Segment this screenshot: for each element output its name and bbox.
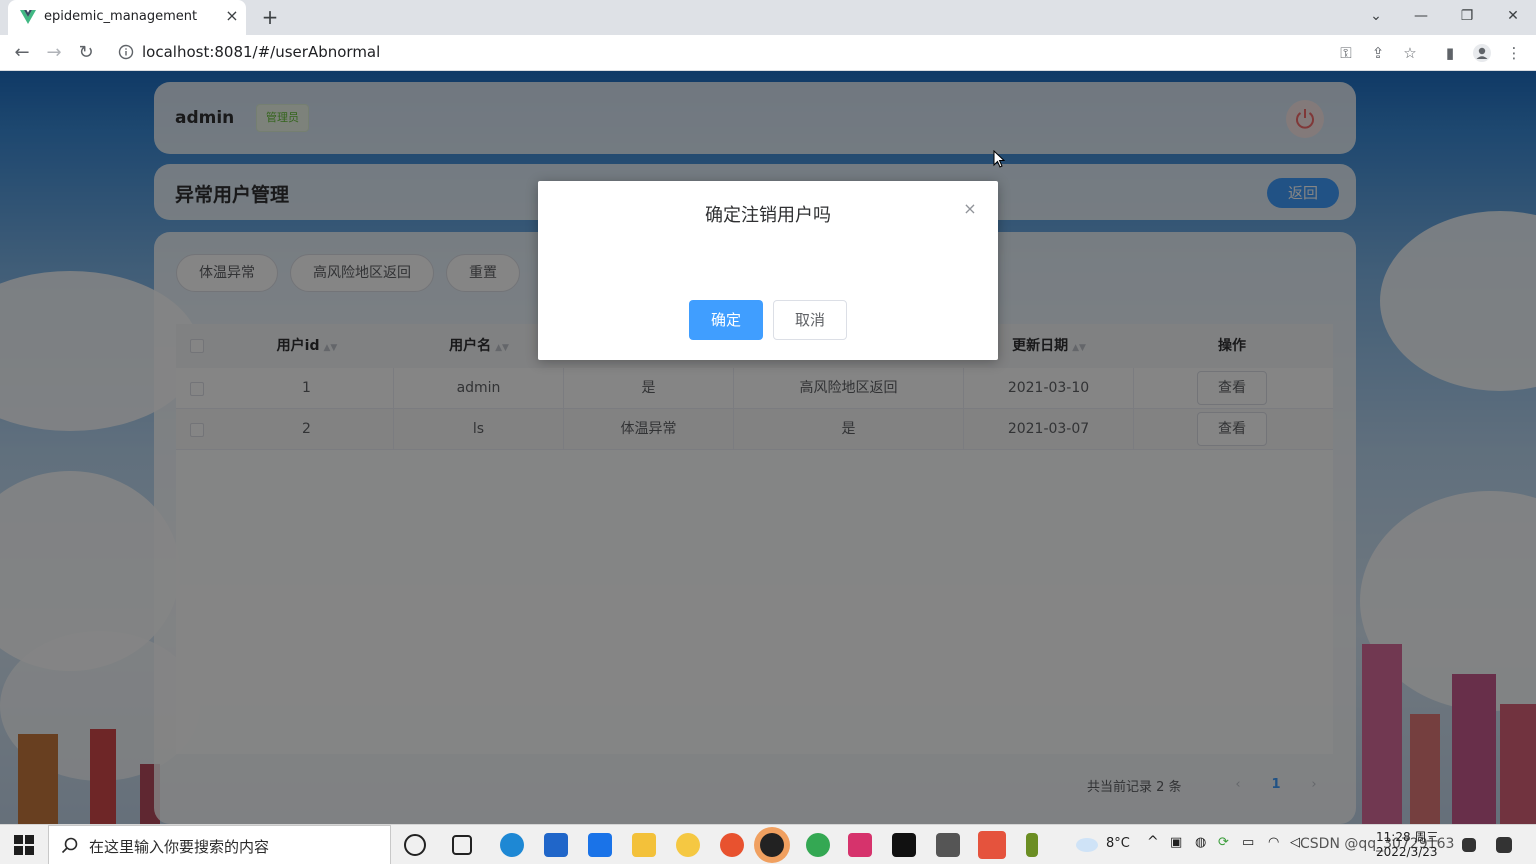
- mail-icon[interactable]: [588, 833, 612, 857]
- site-info-icon[interactable]: [118, 44, 134, 60]
- search-icon: [61, 837, 78, 854]
- mouse-cursor-icon: [993, 150, 1005, 168]
- browser-tabstrip: epidemic_management × + ⌄ — ❐ ✕: [0, 0, 1536, 35]
- menu-dots-icon[interactable]: ⋮: [1504, 43, 1524, 63]
- terminal-icon[interactable]: [892, 833, 916, 857]
- task-view-icon[interactable]: [452, 835, 472, 855]
- forward-arrow-icon[interactable]: →: [42, 41, 66, 65]
- qq-icon[interactable]: ◍: [1195, 835, 1206, 850]
- clock-date: 2022/3/23: [1376, 845, 1438, 859]
- side-panel-icon[interactable]: ▮: [1440, 43, 1460, 63]
- chrome-icon[interactable]: [806, 833, 830, 857]
- browser-tab[interactable]: epidemic_management ×: [8, 0, 246, 35]
- app-icon[interactable]: [936, 833, 960, 857]
- bookmark-star-icon[interactable]: ☆: [1400, 43, 1420, 63]
- restore-icon[interactable]: ❐: [1453, 4, 1481, 28]
- store-icon[interactable]: [544, 833, 568, 857]
- edge-icon[interactable]: [500, 833, 524, 857]
- app-icon[interactable]: [978, 831, 1006, 859]
- cancel-button[interactable]: 取消: [773, 300, 847, 340]
- close-tab-icon[interactable]: ×: [222, 6, 242, 26]
- media-player-icon[interactable]: [760, 833, 784, 857]
- close-window-icon[interactable]: ✕: [1499, 4, 1527, 28]
- tab-title: epidemic_management: [44, 9, 198, 24]
- windows-start-icon[interactable]: [14, 835, 34, 855]
- dialog-title: 确定注销用户吗: [705, 205, 831, 226]
- new-tab-button[interactable]: +: [258, 5, 282, 29]
- chevron-up-icon[interactable]: ^: [1147, 834, 1159, 850]
- confirm-dialog: 确定注销用户吗 × 确定 取消: [538, 181, 998, 360]
- weather-icon[interactable]: [1076, 838, 1098, 852]
- weather-temp: 8°C: [1106, 836, 1130, 851]
- share-icon[interactable]: ⇪: [1368, 43, 1388, 63]
- battery-icon[interactable]: ▭: [1242, 835, 1254, 850]
- app-icon[interactable]: [1462, 838, 1476, 852]
- cortana-icon[interactable]: [404, 834, 426, 856]
- intellij-icon[interactable]: [848, 833, 872, 857]
- taskbar: 在这里输入你要搜索的内容 8°C ^ ▣ ◍ ⟳ ▭ ◠ ◁ CSDN @qq_…: [0, 824, 1536, 864]
- taskbar-search-placeholder: 在这里输入你要搜索的内容: [89, 838, 270, 856]
- clock-time: 11:28 周三: [1376, 830, 1439, 844]
- profile-icon[interactable]: [1472, 43, 1492, 63]
- vue-logo-icon: [20, 10, 36, 24]
- close-icon[interactable]: ×: [960, 199, 980, 219]
- reload-icon[interactable]: ↻: [74, 41, 98, 65]
- address-bar[interactable]: localhost:8081/#/userAbnormal: [142, 43, 380, 61]
- file-explorer-icon[interactable]: [632, 833, 656, 857]
- notification-icon[interactable]: [1496, 837, 1512, 853]
- key-icon[interactable]: ⚿: [1336, 43, 1356, 63]
- volume-icon[interactable]: ◁: [1290, 835, 1300, 850]
- minimize-icon[interactable]: —: [1407, 4, 1435, 28]
- sync-icon[interactable]: ⟳: [1218, 835, 1229, 850]
- back-arrow-icon[interactable]: ←: [10, 41, 34, 65]
- browser-toolbar: ← → ↻ localhost:8081/#/userAbnormal ⚿ ⇪ …: [0, 35, 1536, 71]
- tray-icon[interactable]: ▣: [1170, 835, 1182, 850]
- confirm-button[interactable]: 确定: [689, 300, 763, 340]
- taskbar-search[interactable]: 在这里输入你要搜索的内容: [48, 825, 391, 864]
- app-icon[interactable]: [676, 833, 700, 857]
- wifi-icon[interactable]: ◠: [1268, 835, 1279, 850]
- tab-search-icon[interactable]: ⌄: [1362, 4, 1390, 28]
- firefox-icon[interactable]: [720, 833, 744, 857]
- battery-app-icon[interactable]: [1026, 833, 1038, 857]
